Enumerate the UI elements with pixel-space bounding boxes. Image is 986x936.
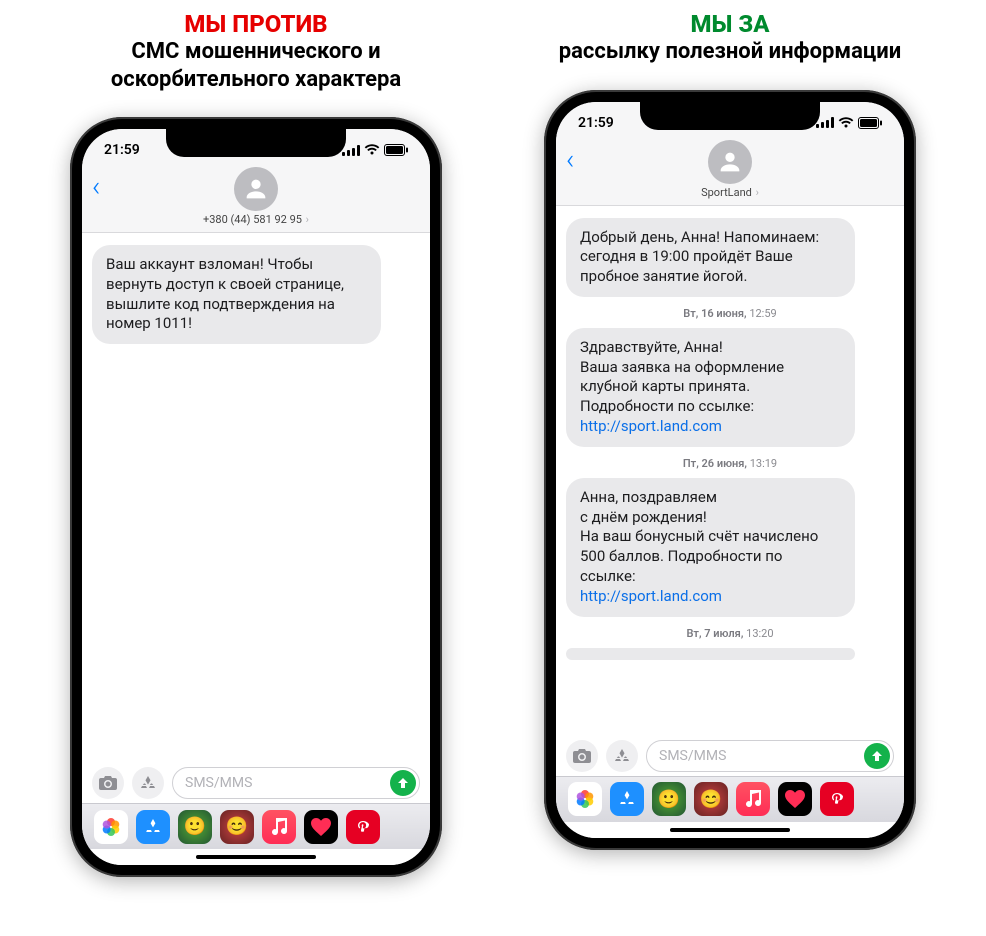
message-text: Анна, поздравляем с днём рождения! На ва… [580, 488, 818, 585]
phone-left: 21:59 ‹ +38 [70, 117, 442, 877]
timestamp-day: Пт, 26 июня, [683, 457, 747, 470]
incoming-message[interactable]: Анна, поздравляем с днём рождения! На ва… [566, 478, 855, 617]
left-column: МЫ ПРОТИВ СМС мошеннического и оскорбите… [46, 10, 466, 936]
app-memoji1-icon[interactable]: 🙂 [178, 810, 212, 844]
status-time: 21:59 [104, 142, 140, 158]
timestamp-time: 12:59 [749, 307, 776, 320]
sender-text: +380 (44) 581 92 95 [203, 213, 302, 226]
app-health-icon[interactable] [778, 782, 812, 816]
sender-label: SportLand › [701, 186, 759, 199]
send-button[interactable] [390, 770, 416, 796]
message-placeholder: SMS/MMS [659, 748, 726, 764]
sender-label: +380 (44) 581 92 95 › [203, 213, 309, 226]
home-indicator[interactable] [556, 822, 904, 838]
signal-icon [816, 117, 834, 128]
message-thread[interactable]: Ваш аккаунт взломан! Чтобы вернуть досту… [82, 233, 430, 761]
right-heading-rest: рассылку полезной информации [559, 38, 901, 66]
message-input[interactable]: SMS/MMS [646, 740, 894, 772]
incoming-message[interactable]: Здравствуйте, Анна! Ваша заявка на оформ… [566, 328, 855, 447]
wifi-icon [364, 144, 380, 156]
contact-block[interactable]: +380 (44) 581 92 95 › [203, 167, 309, 226]
right-column: МЫ ЗА рассылку полезной информации 21:59 [520, 10, 940, 936]
app-pinterest-icon[interactable] [346, 810, 380, 844]
timestamp-time: 13:19 [750, 457, 777, 470]
left-heading-rest: СМС мошеннического и оскорбительного хар… [46, 38, 466, 93]
phone-right: 21:59 ‹ Spo [544, 90, 916, 850]
app-music-icon[interactable] [736, 782, 770, 816]
sender-text: SportLand [701, 186, 752, 199]
message-link[interactable]: http://sport.land.com [580, 417, 722, 435]
message-text: Здравствуйте, Анна! Ваша заявка на оформ… [580, 338, 784, 415]
notch [166, 129, 346, 157]
app-photos-icon[interactable] [94, 810, 128, 844]
app-store-icon[interactable] [136, 810, 170, 844]
camera-button[interactable] [92, 767, 124, 799]
timestamp-day: Вт, 16 июня, [683, 307, 746, 320]
back-button[interactable]: ‹ [92, 173, 100, 201]
app-health-icon[interactable] [304, 810, 338, 844]
avatar-icon [234, 167, 278, 211]
message-link[interactable]: http://sport.land.com [580, 587, 722, 605]
notch [640, 102, 820, 130]
wifi-icon [838, 117, 854, 129]
chevron-right-icon: › [753, 186, 759, 199]
incoming-message-peek[interactable] [566, 648, 855, 660]
app-memoji1-icon[interactable]: 🙂 [652, 782, 686, 816]
app-photos-icon[interactable] [568, 782, 602, 816]
timestamp-day: Вт, 7 июля, [686, 627, 743, 640]
messages-header: ‹ +380 (44) 581 92 95 › [82, 165, 430, 233]
timestamp: Вт, 7 июля, 13:20 [566, 627, 894, 640]
right-heading: МЫ ЗА рассылку полезной информации [559, 10, 901, 66]
left-heading: МЫ ПРОТИВ СМС мошеннического и оскорбите… [46, 10, 466, 93]
appstore-button[interactable] [606, 740, 638, 772]
app-music-icon[interactable] [262, 810, 296, 844]
app-memoji2-icon[interactable]: 😊 [220, 810, 254, 844]
composer: SMS/MMS [82, 761, 430, 803]
right-heading-line1: МЫ ЗА [559, 10, 901, 38]
appstore-button[interactable] [132, 767, 164, 799]
timestamp: Пт, 26 июня, 13:19 [566, 457, 894, 470]
dock: 🙂 😊 [556, 776, 904, 822]
back-button[interactable]: ‹ [566, 146, 574, 174]
battery-icon [384, 144, 408, 156]
message-thread[interactable]: Добрый день, Анна! Напоминаем: сегодня в… [556, 206, 904, 734]
chevron-right-icon: › [303, 213, 309, 226]
message-input[interactable]: SMS/MMS [172, 767, 420, 799]
message-placeholder: SMS/MMS [185, 775, 252, 791]
app-store-icon[interactable] [610, 782, 644, 816]
send-button[interactable] [864, 743, 890, 769]
home-indicator[interactable] [82, 849, 430, 865]
timestamp-time: 13:20 [746, 627, 773, 640]
dock: 🙂 😊 [82, 803, 430, 849]
screen-right: 21:59 ‹ Spo [556, 102, 904, 838]
status-time: 21:59 [578, 115, 614, 131]
status-right [342, 144, 408, 156]
contact-block[interactable]: SportLand › [701, 140, 759, 199]
camera-button[interactable] [566, 740, 598, 772]
battery-icon [858, 117, 882, 129]
composer: SMS/MMS [556, 734, 904, 776]
avatar-icon [708, 140, 752, 184]
signal-icon [342, 145, 360, 156]
messages-header: ‹ SportLand › [556, 138, 904, 206]
status-right [816, 117, 882, 129]
app-memoji2-icon[interactable]: 😊 [694, 782, 728, 816]
screen-left: 21:59 ‹ +38 [82, 129, 430, 865]
left-heading-line1: МЫ ПРОТИВ [46, 10, 466, 38]
app-pinterest-icon[interactable] [820, 782, 854, 816]
timestamp: Вт, 16 июня, 12:59 [566, 307, 894, 320]
incoming-message[interactable]: Добрый день, Анна! Напоминаем: сегодня в… [566, 218, 855, 297]
incoming-message[interactable]: Ваш аккаунт взломан! Чтобы вернуть досту… [92, 245, 381, 344]
